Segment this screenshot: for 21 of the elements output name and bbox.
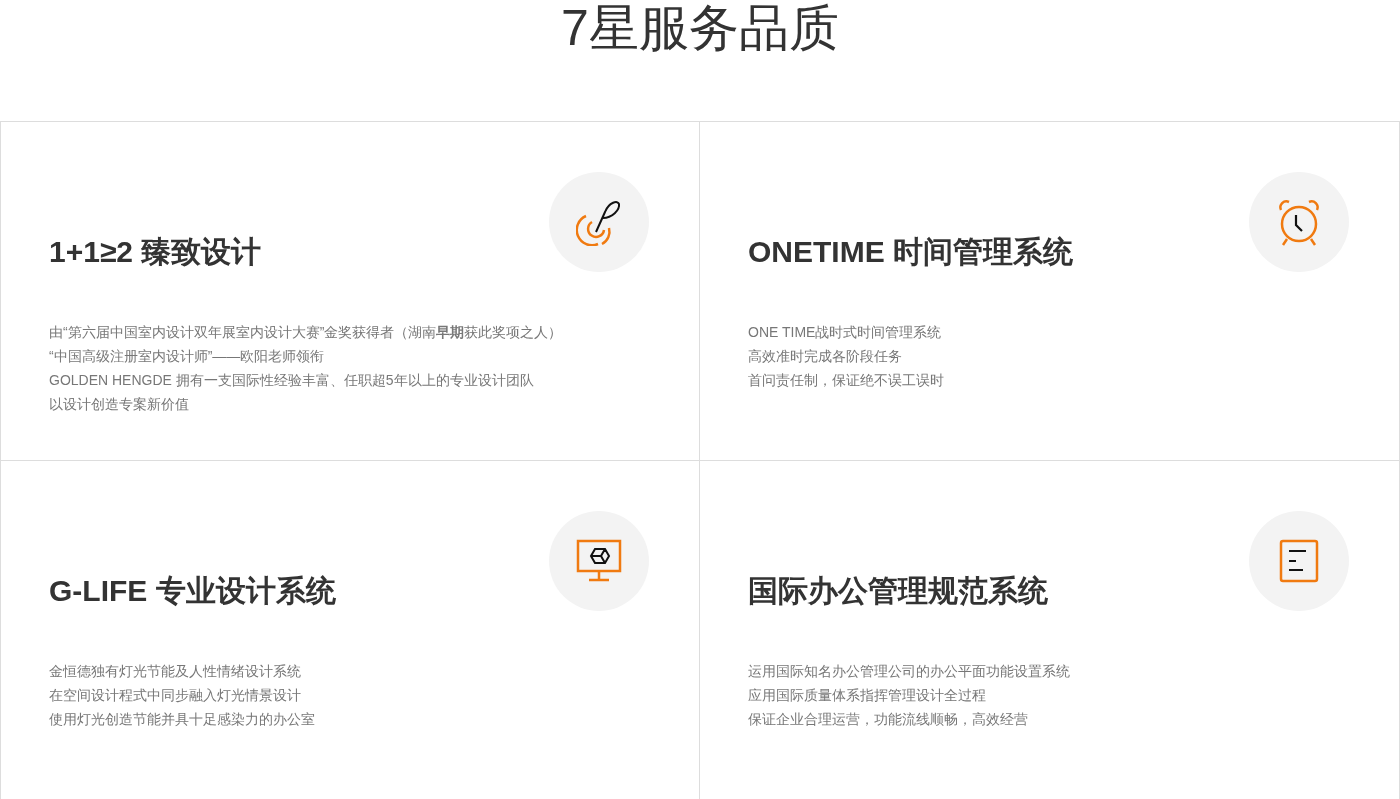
monitor-cube-icon bbox=[576, 539, 622, 583]
document-lines-icon bbox=[1279, 539, 1319, 583]
description-line: 首问责任制，保证绝不误工误时 bbox=[748, 371, 945, 390]
description-line: 使用灯光创造节能并具十足感染力的办公室 bbox=[49, 710, 316, 729]
feature-heading: G-LIFE 专业设计系统 bbox=[49, 573, 336, 609]
description-line: GOLDEN HENGDE 拥有一支国际性经验丰富、任职超5年以上的专业设计团队 bbox=[49, 371, 535, 390]
description-line: 金恒德独有灯光节能及人性情绪设计系统 bbox=[49, 662, 302, 681]
description-line: 以设计创造专案新价值 bbox=[49, 395, 190, 414]
description-line: “中国高级注册室内设计师”——欧阳老师领衔 bbox=[49, 347, 326, 366]
description-line: 运用国际知名办公管理公司的办公平面功能设置系统 bbox=[748, 662, 1071, 681]
feature-heading: 国际办公管理规范系统 bbox=[748, 573, 1048, 609]
description-line: 在空间设计程式中同步融入灯光情景设计 bbox=[49, 686, 302, 705]
description-line: 高效准时完成各阶段任务 bbox=[748, 347, 903, 366]
description-line: 应用国际质量体系指挥管理设计全过程 bbox=[748, 686, 987, 705]
page-title: 7星服务品质 bbox=[560, 0, 840, 58]
description-line: ONE TIME战时式时间管理系统 bbox=[748, 323, 943, 342]
feature-heading: 1+1≥2 臻致设计 bbox=[49, 234, 262, 270]
description-line: 由“第六届中国室内设计双年展室内设计大赛”金奖获得者（湖南早期获此奖项之人） bbox=[49, 323, 564, 342]
feature-heading: ONETIME 时间管理系统 bbox=[748, 234, 1073, 270]
description-line: 保证企业合理运营，功能流线顺畅，高效经营 bbox=[748, 710, 1029, 729]
quill-icon bbox=[576, 198, 622, 246]
